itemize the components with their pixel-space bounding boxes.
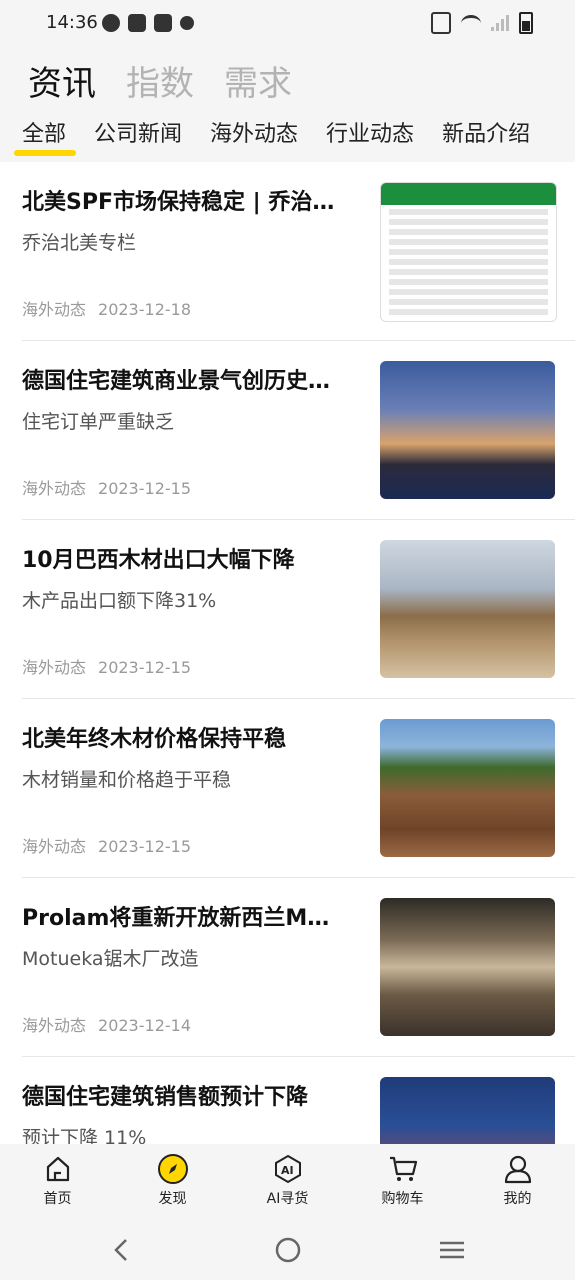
article-subtitle: 预计下降 11%	[22, 1127, 147, 1144]
article-item[interactable]: 10月巴西木材出口大幅下降 木产品出口额下降31% 海外动态 2023-12-15	[22, 520, 575, 699]
back-icon	[114, 1239, 127, 1261]
battery-icon	[519, 12, 533, 34]
status-bar: 14:36	[0, 0, 575, 48]
nav-cart[interactable]: 购物车	[345, 1146, 460, 1220]
top-tabs: 资讯 指数 需求	[28, 56, 292, 105]
article-meta: 海外动态 2023-12-18	[22, 296, 191, 320]
category-industry[interactable]: 行业动态	[326, 116, 414, 148]
ai-icon: AI	[273, 1154, 303, 1184]
nav-label: 购物车	[381, 1191, 424, 1207]
menu-icon	[440, 1241, 464, 1259]
user-icon	[503, 1154, 533, 1184]
mail-icon	[128, 14, 146, 32]
article-title: 德国住宅建筑销售额预计下降	[22, 1085, 309, 1110]
article-thumbnail	[380, 182, 557, 322]
article-title: Prolam将重新开放新西兰Motueka锯木厂	[22, 906, 342, 931]
status-notification-icons	[102, 14, 194, 32]
tab-index[interactable]: 指数	[126, 56, 194, 105]
category-label: 全部	[22, 122, 67, 147]
article-title: 北美年终木材价格保持平稳	[22, 727, 287, 752]
article-subtitle: 木材销量和价格趋于平稳	[22, 769, 232, 791]
article-item[interactable]: 德国住宅建筑商业景气创历史新低 住宅订单严重缺乏 海外动态 2023-12-15	[22, 341, 575, 520]
article-subtitle: Motueka锯木厂改造	[22, 948, 199, 970]
article-item[interactable]: 北美SPF市场保持稳定 | 乔治北美专栏 乔治北美专栏 海外动态 2023-12-…	[22, 162, 575, 341]
article-thumbnail	[380, 1077, 555, 1144]
nav-label: 我的	[503, 1191, 532, 1207]
nav-profile[interactable]: 我的	[460, 1146, 575, 1220]
article-title: 10月巴西木材出口大幅下降	[22, 548, 295, 573]
tab-news[interactable]: 资讯	[28, 56, 96, 105]
article-meta: 海外动态 2023-12-15	[22, 654, 191, 678]
recents-button[interactable]	[438, 1236, 466, 1264]
article-meta: 海外动态 2023-12-15	[22, 475, 191, 499]
signal-icon	[491, 15, 509, 31]
category-overseas[interactable]: 海外动态	[210, 116, 298, 148]
article-thumbnail	[380, 898, 555, 1036]
article-category: 海外动态	[22, 1016, 87, 1035]
article-title: 北美SPF市场保持稳定 | 乔治北美专栏	[22, 190, 342, 215]
back-button[interactable]	[108, 1236, 136, 1264]
nav-label: 发现	[158, 1191, 187, 1207]
article-category: 海外动态	[22, 300, 87, 319]
article-subtitle: 住宅订单严重缺乏	[22, 411, 175, 433]
system-nav-bar	[0, 1220, 575, 1280]
article-date: 2023-12-15	[98, 479, 191, 498]
category-new-products[interactable]: 新品介绍	[442, 116, 530, 148]
article-title: 德国住宅建筑商业景气创历史新低	[22, 369, 342, 394]
compass-icon	[157, 1154, 188, 1184]
status-time: 14:36	[46, 12, 98, 33]
article-category: 海外动态	[22, 479, 87, 498]
article-meta: 海外动态 2023-12-14	[22, 1012, 191, 1036]
cart-icon	[388, 1154, 418, 1184]
wifi-icon	[461, 14, 481, 32]
article-date: 2023-12-15	[98, 837, 191, 856]
article-date: 2023-12-15	[98, 658, 191, 677]
svg-text:AI: AI	[281, 1164, 294, 1177]
tab-demand[interactable]: 需求	[224, 56, 292, 105]
category-tabs: 全部 公司新闻 海外动态 行业动态 新品介绍	[14, 116, 530, 156]
active-underline	[14, 150, 76, 156]
article-item[interactable]: Prolam将重新开放新西兰Motueka锯木厂 Motueka锯木厂改造 海外…	[22, 878, 575, 1057]
circle-icon	[275, 1237, 301, 1263]
nav-label: 首页	[43, 1191, 72, 1207]
nav-label: AI寻货	[266, 1191, 309, 1207]
home-button[interactable]	[274, 1236, 302, 1264]
bottom-nav: 首页 发现 AI AI寻货 购物车 我的	[0, 1146, 575, 1220]
article-meta: 海外动态 2023-12-15	[22, 833, 191, 857]
article-thumbnail	[380, 361, 555, 499]
category-all[interactable]: 全部	[14, 116, 76, 156]
vibrate-icon	[431, 12, 451, 34]
article-subtitle: 乔治北美专栏	[22, 232, 137, 254]
mail-icon	[154, 14, 172, 32]
shield-icon	[180, 16, 194, 30]
article-item[interactable]: 德国住宅建筑销售额预计下降 预计下降 11%	[22, 1057, 575, 1144]
article-date: 2023-12-14	[98, 1016, 191, 1035]
article-thumbnail	[380, 540, 555, 678]
home-icon	[43, 1154, 73, 1184]
article-list[interactable]: 北美SPF市场保持稳定 | 乔治北美专栏 乔治北美专栏 海外动态 2023-12-…	[0, 162, 575, 1144]
article-subtitle: 木产品出口额下降31%	[22, 590, 217, 612]
article-category: 海外动态	[22, 658, 87, 677]
article-item[interactable]: 北美年终木材价格保持平稳 木材销量和价格趋于平稳 海外动态 2023-12-15	[22, 699, 575, 878]
status-system-icons	[431, 12, 533, 34]
nav-ai-sourcing[interactable]: AI AI寻货	[230, 1146, 345, 1220]
nav-discover[interactable]: 发现	[115, 1146, 230, 1220]
speed-icon	[102, 14, 120, 32]
article-date: 2023-12-18	[98, 300, 191, 319]
article-thumbnail	[380, 719, 555, 857]
nav-home[interactable]: 首页	[0, 1146, 115, 1220]
category-company-news[interactable]: 公司新闻	[94, 116, 182, 148]
article-category: 海外动态	[22, 837, 87, 856]
